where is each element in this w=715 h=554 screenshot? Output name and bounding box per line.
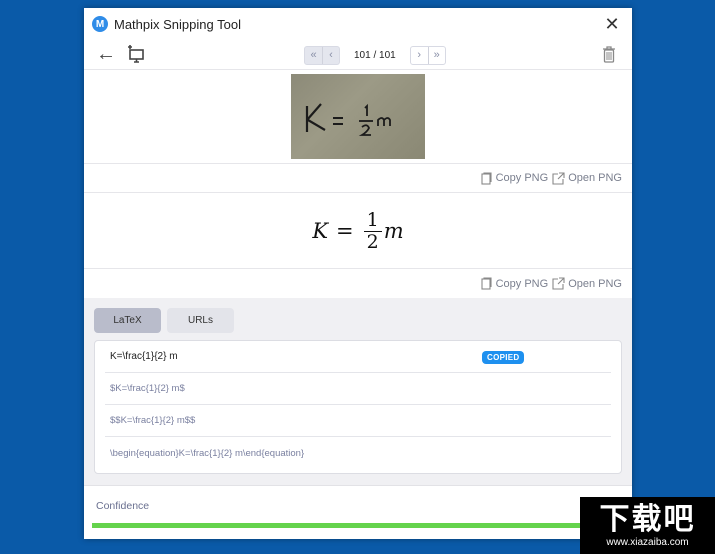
latex-item-text: $$K=\frac{1}{2} m$$ (110, 415, 196, 426)
page-indicator: 101 / 101 (354, 50, 396, 61)
format-tabs: LaTeX URLs (94, 308, 240, 333)
eq-rhs: m (383, 219, 404, 243)
copy-png-label: Copy PNG (495, 277, 549, 290)
latex-panel: LaTeX URLs K=\frac{1}{2} m COPIED $K=\fr… (84, 298, 632, 486)
handwritten-equation (305, 103, 391, 136)
snip-preview-area (84, 70, 632, 164)
rendered-actions: Copy PNG Open PNG (84, 269, 632, 298)
copied-badge: COPIED (482, 351, 525, 364)
open-png-label: Open PNG (568, 277, 622, 290)
close-button[interactable]: ✕ (602, 14, 622, 34)
tab-urls[interactable]: URLs (167, 308, 234, 333)
trash-icon (603, 46, 615, 63)
open-png-button-2[interactable]: Open PNG (552, 277, 622, 290)
watermark-text: 下载吧 (599, 501, 696, 537)
latex-item[interactable]: K=\frac{1}{2} m COPIED (105, 341, 611, 373)
copy-png-label: Copy PNG (495, 172, 549, 184)
copy-icon (481, 277, 492, 290)
rendered-equation-area: K = 1 2 m (84, 194, 632, 269)
confidence-bar (92, 523, 624, 528)
copy-png-button-2[interactable]: Copy PNG (481, 277, 549, 290)
latex-item[interactable]: \begin{equation}K=\frac{1}{2} m\end{equa… (105, 437, 611, 469)
back-button[interactable]: ← (96, 43, 116, 66)
pager-back-group: « ‹ (304, 46, 340, 65)
copy-png-button[interactable]: Copy PNG (481, 171, 549, 185)
latex-item-text: $K=\frac{1}{2} m$ (110, 383, 185, 394)
first-page-button[interactable]: « (305, 47, 322, 64)
eq-fraction: 1 2 (363, 209, 382, 253)
snip-actions: Copy PNG Open PNG (84, 164, 632, 193)
latex-item[interactable]: $K=\frac{1}{2} m$ (105, 373, 611, 405)
window-title: Mathpix Snipping Tool (114, 16, 241, 32)
open-png-button[interactable]: Open PNG (552, 171, 622, 185)
rendered-equation: K = 1 2 m (312, 209, 404, 253)
delete-button[interactable] (602, 45, 616, 63)
toolbar: ← « ‹ 101 / 101 › » (84, 40, 632, 70)
confidence-bar-fill (92, 523, 624, 528)
eq-lhs: K (312, 219, 329, 243)
title-bar: M Mathpix Snipping Tool ✕ (84, 8, 632, 40)
eq-numerator: 1 (363, 209, 382, 232)
pager-forward-group: › » (409, 46, 446, 65)
next-page-button[interactable]: › (411, 47, 428, 64)
open-png-label: Open PNG (568, 172, 622, 184)
tab-latex[interactable]: LaTeX (94, 308, 161, 333)
screen-snip-icon (128, 45, 144, 63)
latex-item-text: \begin{equation}K=\frac{1}{2} m\end{equa… (110, 447, 305, 459)
eq-denominator: 2 (366, 230, 379, 253)
app-window: M Mathpix Snipping Tool ✕ ← « ‹ 101 / 10… (84, 8, 632, 539)
copy-icon (481, 171, 492, 185)
watermark-logo: 下载吧 www.xiazaiba.com (580, 497, 715, 554)
new-snip-button[interactable] (126, 44, 146, 64)
pager: « ‹ 101 / 101 › » (304, 46, 446, 65)
latex-item-text: K=\frac{1}{2} m (110, 351, 178, 362)
watermark-url: www.xiazaiba.com (606, 536, 689, 548)
external-link-icon (552, 277, 565, 290)
confidence-label: Confidence (96, 500, 150, 512)
external-link-icon (552, 171, 565, 185)
mathpix-logo-icon: M (92, 16, 108, 32)
snip-image (291, 74, 425, 159)
eq-equals: = (336, 219, 354, 243)
confidence-section: Confidence (84, 486, 632, 539)
latex-options-list: K=\frac{1}{2} m COPIED $K=\frac{1}{2} m$… (94, 340, 622, 474)
latex-item[interactable]: $$K=\frac{1}{2} m$$ (105, 405, 611, 437)
last-page-button[interactable]: » (427, 47, 445, 64)
prev-page-button[interactable]: ‹ (322, 47, 339, 64)
